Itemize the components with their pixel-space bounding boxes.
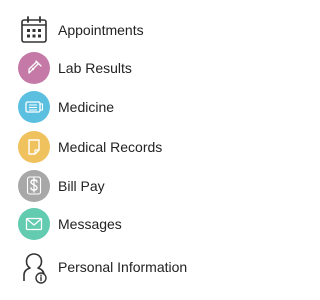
navigation-menu: Appointments Lab Results Medicine Medica… [0, 0, 240, 300]
envelope-icon [18, 208, 50, 240]
menu-item-label: Appointments [58, 22, 144, 38]
menu-item-label: Messages [58, 216, 122, 232]
menu-item-label: Medical Records [58, 139, 163, 155]
test-tube-icon [18, 52, 50, 84]
menu-item-medical-records[interactable]: Medical Records [0, 129, 240, 165]
calendar-icon [18, 14, 50, 46]
menu-item-medicine[interactable]: Medicine [0, 89, 240, 125]
menu-item-lab-results[interactable]: Lab Results [0, 50, 240, 86]
pill-bottle-icon [18, 91, 50, 123]
menu-item-bill-pay[interactable]: Bill Pay [0, 168, 240, 204]
menu-item-label: Lab Results [58, 60, 132, 76]
menu-item-label: Personal Information [58, 259, 188, 275]
menu-item-messages[interactable]: Messages [0, 206, 240, 242]
menu-item-personal-information[interactable]: Personal Information [0, 249, 240, 285]
menu-item-appointments[interactable]: Appointments [0, 12, 240, 48]
person-info-icon [18, 251, 50, 284]
menu-item-label: Medicine [58, 99, 115, 115]
dollar-icon [18, 170, 50, 202]
menu-item-label: Bill Pay [58, 178, 105, 194]
document-icon [18, 131, 50, 163]
